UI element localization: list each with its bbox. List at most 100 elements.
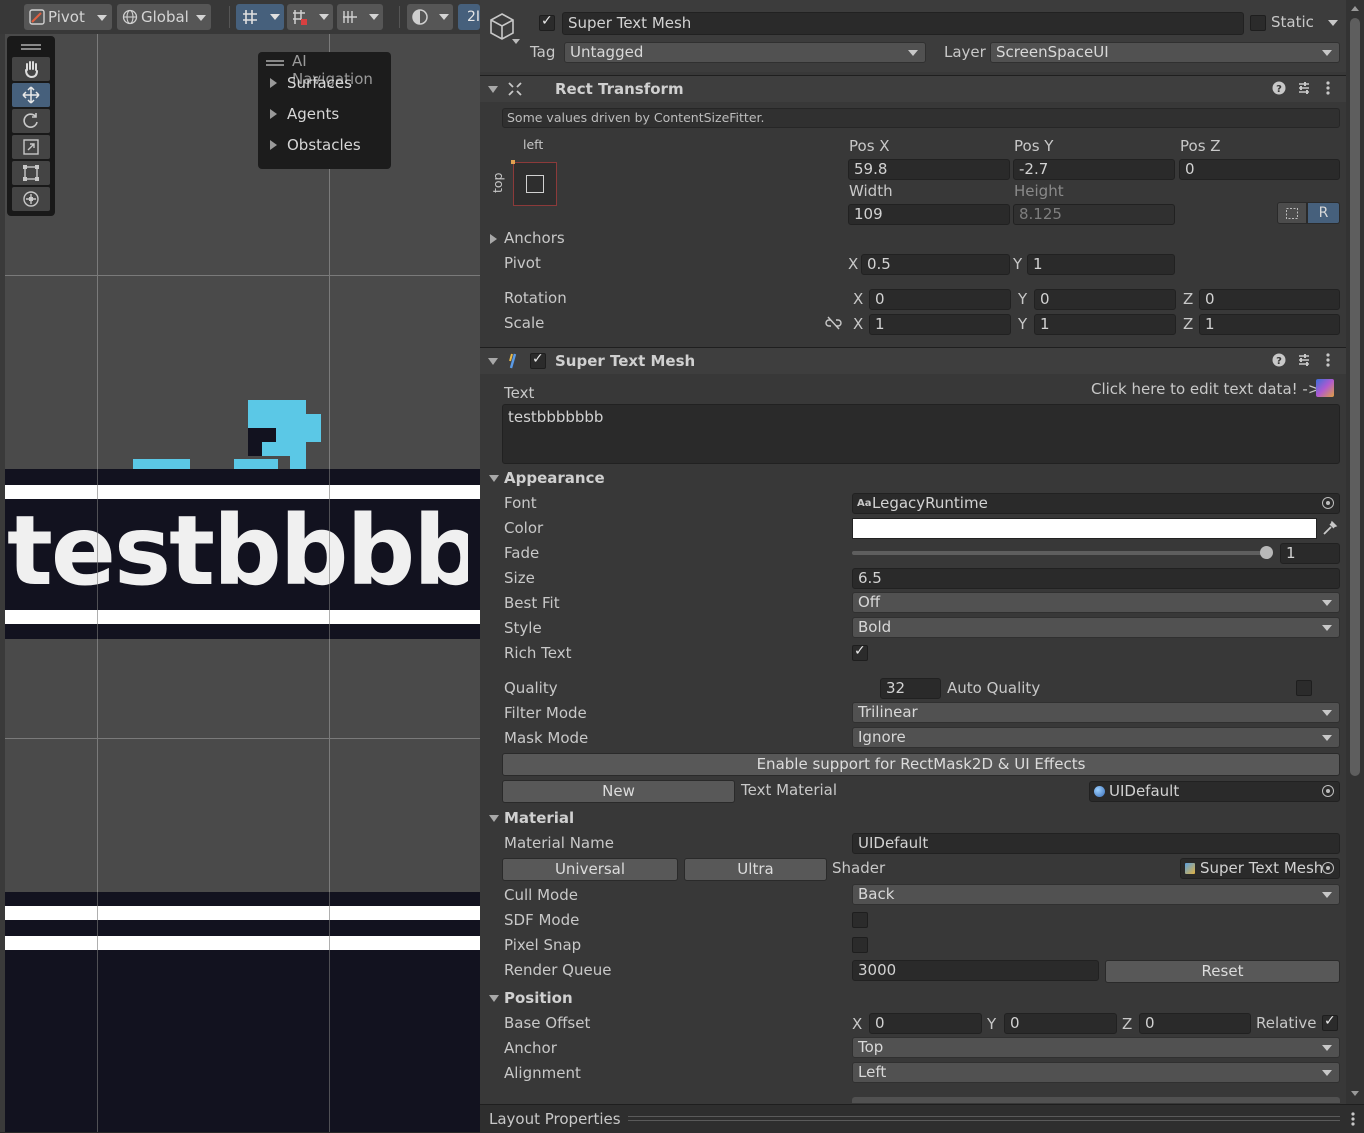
universal-shader-button[interactable]: Universal: [502, 858, 678, 881]
style-dropdown[interactable]: Bold: [852, 617, 1340, 638]
scale-z-field[interactable]: 1: [1199, 314, 1340, 335]
fade-field[interactable]: 1: [1280, 543, 1340, 564]
material-foldout[interactable]: Material: [504, 809, 574, 827]
eyedropper-icon[interactable]: [1322, 520, 1338, 536]
ai-nav-surfaces[interactable]: Surfaces: [287, 74, 352, 92]
raw-edit-button[interactable]: R: [1307, 202, 1340, 224]
width-field[interactable]: 109: [848, 204, 1010, 225]
move-tool[interactable]: [12, 83, 50, 107]
fade-slider-track[interactable]: [852, 551, 1262, 555]
kebab-menu-icon[interactable]: [1326, 353, 1330, 367]
scene-view[interactable]: testbbbbbb Pivot Global: [0, 0, 480, 1132]
edit-text-data-link[interactable]: Click here to edit text data! ->: [1091, 380, 1320, 398]
pivot-x-field[interactable]: 0.5: [861, 254, 1010, 275]
rot-z-field[interactable]: 0: [1199, 289, 1340, 310]
render-queue-field[interactable]: 3000: [852, 960, 1099, 981]
presets-icon[interactable]: [1297, 81, 1311, 95]
reset-render-queue-button[interactable]: Reset: [1105, 960, 1340, 983]
position-foldout[interactable]: Position: [504, 989, 573, 1007]
best-fit-dropdown[interactable]: Off: [852, 592, 1340, 613]
ultra-shader-button[interactable]: Ultra: [684, 858, 827, 881]
help-icon[interactable]: ?: [1272, 353, 1286, 367]
alignment-label: Alignment: [504, 1064, 581, 1082]
pivot-y-field[interactable]: 1: [1027, 254, 1175, 275]
increment-snap-toggle[interactable]: [287, 4, 333, 30]
layer-dropdown[interactable]: ScreenSpaceUI: [990, 42, 1340, 63]
2d-toggle[interactable]: 2I: [458, 4, 480, 30]
anchor-preset-button[interactable]: [511, 160, 557, 206]
kebab-menu-icon[interactable]: [1351, 1112, 1355, 1126]
anchors-foldout[interactable]: Anchors: [504, 229, 565, 247]
color-swatch[interactable]: [852, 518, 1317, 539]
alignment-dropdown[interactable]: Left: [852, 1062, 1340, 1083]
scroll-down-arrow[interactable]: [1351, 1091, 1359, 1096]
scale-y-field[interactable]: 1: [1034, 314, 1176, 335]
move-arrows-icon: [22, 86, 40, 104]
enable-rectmask-support-button[interactable]: Enable support for RectMask2D & UI Effec…: [502, 753, 1340, 776]
size-field[interactable]: 6.5: [852, 568, 1340, 589]
scrollbar-thumb[interactable]: [1350, 18, 1360, 776]
sdf-mode-checkbox[interactable]: [852, 912, 868, 928]
static-checkbox[interactable]: [1250, 15, 1266, 31]
cull-mode-dropdown[interactable]: Back: [852, 884, 1340, 905]
stm-enabled-checkbox[interactable]: [530, 351, 546, 369]
hand-tool[interactable]: [12, 57, 50, 81]
object-name-field[interactable]: Super Text Mesh: [562, 12, 1244, 35]
object-picker-icon[interactable]: [1322, 497, 1334, 509]
new-material-button[interactable]: New: [502, 780, 735, 803]
mask-mode-dropdown[interactable]: Ignore: [852, 727, 1340, 748]
offset-y-field[interactable]: 0: [1004, 1013, 1117, 1034]
text-data-icon[interactable]: [1316, 379, 1334, 397]
inspector-scrollbar[interactable]: [1346, 0, 1364, 1104]
active-checkbox[interactable]: [539, 13, 555, 31]
rot-x-field[interactable]: 0: [869, 289, 1011, 310]
shader-field[interactable]: Super Text Mesh: [1180, 858, 1340, 879]
help-icon[interactable]: ?: [1272, 81, 1286, 95]
transform-tool[interactable]: [12, 187, 50, 211]
object-picker-icon[interactable]: [1322, 862, 1334, 874]
shading-toggle[interactable]: [407, 4, 453, 30]
material-name-field[interactable]: UIDefault: [852, 833, 1340, 854]
quality-field[interactable]: 32: [880, 678, 941, 699]
pos-z-field[interactable]: 0: [1179, 159, 1340, 180]
global-dropdown[interactable]: Global: [117, 4, 211, 30]
ai-nav-obstacles[interactable]: Obstacles: [287, 136, 361, 154]
super-text-mesh-header[interactable]: Super Text Mesh ?: [480, 347, 1350, 374]
pixel-glyph: [290, 456, 306, 469]
scroll-up-arrow[interactable]: [1351, 6, 1359, 11]
static-dropdown-caret[interactable]: [1328, 20, 1338, 26]
pixel-snap-checkbox[interactable]: [852, 937, 868, 953]
ai-nav-agents[interactable]: Agents: [287, 105, 339, 123]
object-picker-icon[interactable]: [1322, 785, 1334, 797]
pos-y-field[interactable]: -2.7: [1013, 159, 1175, 180]
pos-x-field[interactable]: 59.8: [848, 159, 1010, 180]
scale-x-field[interactable]: 1: [869, 314, 1011, 335]
pivot-dropdown[interactable]: Pivot: [24, 4, 112, 30]
anchor-dropdown[interactable]: Top: [852, 1037, 1340, 1058]
kebab-menu-icon[interactable]: [1326, 81, 1330, 95]
rendered-text: testbbbbbb: [7, 507, 468, 607]
presets-icon[interactable]: [1297, 353, 1311, 367]
offset-x-field[interactable]: 0: [869, 1013, 982, 1034]
rich-text-checkbox[interactable]: [852, 643, 868, 661]
appearance-foldout[interactable]: Appearance: [504, 469, 605, 487]
font-object-field[interactable]: Aa LegacyRuntime: [852, 493, 1340, 514]
offset-z-field[interactable]: 0: [1139, 1013, 1251, 1034]
text-area[interactable]: testbbbbbbb: [502, 404, 1340, 464]
filter-mode-dropdown[interactable]: Trilinear: [852, 702, 1340, 723]
tag-dropdown[interactable]: Untagged: [564, 42, 926, 63]
rect-transform-header[interactable]: Rect Transform ?: [480, 75, 1350, 102]
fade-slider-thumb[interactable]: [1260, 546, 1273, 559]
text-material-field[interactable]: UIDefault: [1089, 781, 1340, 802]
rect-tool[interactable]: [12, 161, 50, 185]
rotate-tool[interactable]: [12, 109, 50, 133]
align-toggle[interactable]: [337, 4, 383, 30]
rot-y-field[interactable]: 0: [1034, 289, 1176, 310]
layout-properties-bar[interactable]: Layout Properties: [480, 1104, 1364, 1133]
relative-checkbox[interactable]: [1322, 1013, 1338, 1031]
blueprint-mode-button[interactable]: [1277, 202, 1307, 224]
constrain-proportions-icon[interactable]: [825, 316, 842, 330]
grid-snap-toggle[interactable]: [236, 4, 284, 30]
auto-quality-checkbox[interactable]: [1296, 680, 1312, 696]
scale-tool[interactable]: [12, 135, 50, 159]
